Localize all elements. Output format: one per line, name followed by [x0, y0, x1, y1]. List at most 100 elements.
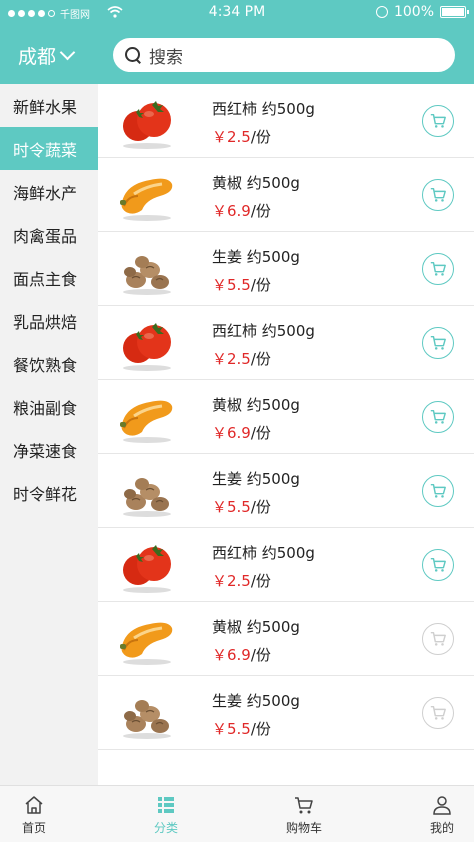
product-row[interactable]: 生姜 约500g ￥5.5/份 — [98, 232, 474, 306]
price-unit: /份 — [250, 424, 271, 442]
product-image-yellow-pepper — [116, 388, 178, 446]
product-name: 生姜 约500g — [212, 470, 300, 488]
cart-icon — [429, 408, 447, 426]
tab-cart[interactable]: 购物车 — [264, 794, 344, 836]
price-value: ￥2.5 — [212, 128, 251, 146]
product-name: 黄椒 约500g — [212, 174, 300, 192]
sidebar-item[interactable]: 净菜速食 — [0, 428, 98, 471]
home-icon — [23, 794, 45, 816]
product-row[interactable]: 西红柿 约500g ￥2.5/份 — [98, 528, 474, 602]
city-label: 成都 — [18, 46, 57, 68]
header-bar: 千图网 4:34 PM 100% 成都 搜索 — [0, 0, 474, 84]
cart-icon — [429, 186, 447, 204]
price-value: ￥5.5 — [212, 498, 251, 516]
add-to-cart-button[interactable] — [422, 697, 454, 729]
product-image-ginger — [116, 240, 178, 298]
tab-category[interactable]: 分类 — [126, 794, 206, 836]
tab-label: 分类 — [153, 821, 178, 835]
product-row[interactable]: 黄椒 约500g ￥6.9/份 — [98, 380, 474, 454]
add-to-cart-button[interactable] — [422, 179, 454, 211]
product-name: 生姜 约500g — [212, 692, 300, 710]
sidebar-item[interactable]: 时令鲜花 — [0, 471, 98, 514]
category-icon — [155, 794, 177, 816]
rotation-lock-icon — [375, 6, 388, 18]
cart-icon — [429, 334, 447, 352]
add-to-cart-button[interactable] — [422, 105, 454, 137]
product-name: 西红柿 约500g — [212, 544, 315, 562]
product-image-yellow-pepper — [116, 166, 178, 224]
price-unit: /份 — [250, 646, 271, 664]
sidebar-item[interactable]: 时令蔬菜 — [0, 127, 98, 170]
price-unit: /份 — [250, 572, 271, 590]
add-to-cart-button[interactable] — [422, 475, 454, 507]
status-right: 100% — [375, 4, 469, 20]
user-icon — [431, 794, 453, 816]
product-image-tomato — [116, 536, 178, 594]
price-value: ￥2.5 — [212, 572, 251, 590]
tab-label: 首页 — [21, 821, 46, 835]
city-selector[interactable]: 成都 — [18, 42, 76, 69]
add-to-cart-button[interactable] — [422, 623, 454, 655]
price-value: ￥6.9 — [212, 646, 251, 664]
tab-user[interactable]: 我的 — [402, 794, 474, 836]
tab-label: 购物车 — [285, 821, 322, 835]
cart-icon — [429, 704, 447, 722]
price-unit: /份 — [250, 350, 271, 368]
search-placeholder: 搜索 — [149, 47, 183, 68]
product-price: ￥5.5/份 — [212, 496, 271, 517]
product-image-ginger — [116, 462, 178, 520]
product-price: ￥6.9/份 — [212, 200, 271, 221]
product-name: 黄椒 约500g — [212, 618, 300, 636]
product-row[interactable]: 生姜 约500g ￥5.5/份 — [98, 676, 474, 750]
add-to-cart-button[interactable] — [422, 253, 454, 285]
chevron-down-icon — [59, 44, 76, 61]
cart-icon — [429, 482, 447, 500]
product-price: ￥2.5/份 — [212, 570, 271, 591]
price-value: ￥5.5 — [212, 720, 251, 738]
product-price: ￥5.5/份 — [212, 718, 271, 739]
product-name: 西红柿 约500g — [212, 322, 315, 340]
sidebar-item[interactable]: 粮油副食 — [0, 385, 98, 428]
price-unit: /份 — [250, 276, 271, 294]
price-unit: /份 — [250, 720, 271, 738]
battery-icon — [440, 6, 469, 18]
price-unit: /份 — [250, 202, 271, 220]
product-row[interactable]: 生姜 约500g ￥5.5/份 — [98, 454, 474, 528]
product-name: 生姜 约500g — [212, 248, 300, 266]
product-row[interactable]: 黄椒 约500g ￥6.9/份 — [98, 602, 474, 676]
product-image-yellow-pepper — [116, 610, 178, 668]
sidebar-item[interactable]: 乳品烘焙 — [0, 299, 98, 342]
search-icon — [125, 47, 141, 63]
product-list: 西红柿 约500g ￥2.5/份 黄椒 约500g ￥6.9/份 生姜 约500g ￥5.… — [98, 84, 474, 785]
product-image-tomato — [116, 314, 178, 372]
add-to-cart-button[interactable] — [422, 401, 454, 433]
sidebar-item[interactable]: 海鲜水产 — [0, 170, 98, 213]
product-image-tomato — [116, 92, 178, 150]
add-to-cart-button[interactable] — [422, 549, 454, 581]
product-price: ￥2.5/份 — [212, 348, 271, 369]
add-to-cart-button[interactable] — [422, 327, 454, 359]
cart-icon — [429, 630, 447, 648]
status-bar: 千图网 4:34 PM 100% — [0, 0, 474, 26]
product-row[interactable]: 黄椒 约500g ￥6.9/份 — [98, 158, 474, 232]
price-value: ￥6.9 — [212, 202, 251, 220]
product-row[interactable]: 西红柿 约500g ￥2.5/份 — [98, 84, 474, 158]
sidebar-item[interactable]: 面点主食 — [0, 256, 98, 299]
sidebar-item[interactable]: 肉禽蛋品 — [0, 213, 98, 256]
battery-percent: 100% — [393, 4, 434, 20]
product-name: 西红柿 约500g — [212, 100, 315, 118]
price-value: ￥5.5 — [212, 276, 251, 294]
category-sidebar: 新鲜水果 时令蔬菜 海鲜水产 肉禽蛋品 面点主食 乳品烘焙 餐饮熟食 粮油副食 净菜速食 时令鲜花 — [0, 84, 98, 785]
tab-bar: 首页 分类 购物车 我的 — [0, 785, 474, 842]
product-price: ￥5.5/份 — [212, 274, 271, 295]
sidebar-item[interactable]: 新鲜水果 — [0, 84, 98, 127]
tab-label: 我的 — [429, 821, 454, 835]
search-input[interactable]: 搜索 — [113, 38, 455, 72]
price-unit: /份 — [250, 128, 271, 146]
price-value: ￥6.9 — [212, 424, 251, 442]
tab-home[interactable]: 首页 — [0, 794, 74, 836]
sidebar-item[interactable]: 餐饮熟食 — [0, 342, 98, 385]
cart-icon — [293, 794, 315, 816]
cart-icon — [429, 556, 447, 574]
product-row[interactable]: 西红柿 约500g ￥2.5/份 — [98, 306, 474, 380]
